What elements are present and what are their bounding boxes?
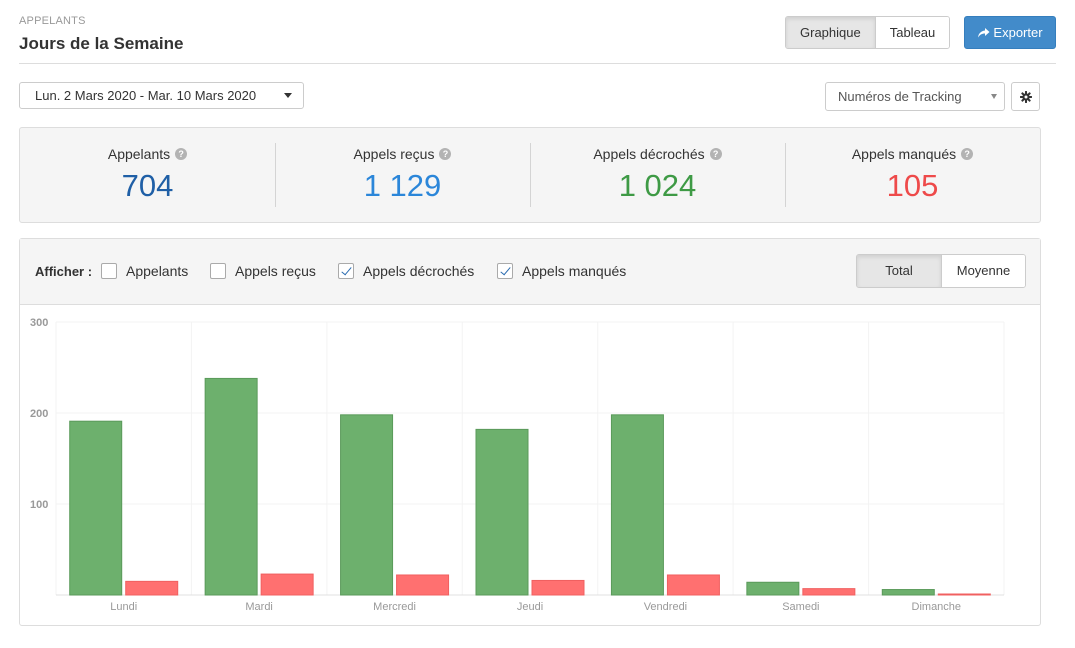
- y-tick-label: 100: [30, 499, 48, 511]
- checkbox-label: Appelants: [126, 263, 189, 279]
- stat-value: 704: [121, 168, 174, 203]
- x-tick-label: Dimanche: [912, 601, 962, 613]
- title-divider: [19, 63, 1056, 64]
- aggregation-total-button[interactable]: Total: [857, 255, 941, 287]
- select-caret-icon: [991, 94, 997, 99]
- stat-appels-manques: Appels manqués? 105: [785, 128, 1040, 222]
- share-arrow-icon: [978, 27, 990, 37]
- bar-appels-manques: [802, 588, 856, 596]
- tab-graphique[interactable]: Graphique: [786, 17, 875, 48]
- x-tick-label: Mardi: [245, 601, 273, 613]
- section-eyebrow: APPELANTS: [19, 15, 86, 27]
- bar-appels-manques: [260, 573, 314, 596]
- x-tick-label: Mercredi: [373, 601, 416, 613]
- bar-appels-manques: [396, 574, 450, 596]
- bar-appels-decroches: [69, 420, 123, 596]
- bar-appels-manques: [937, 593, 991, 596]
- export-button[interactable]: Exporter: [964, 16, 1056, 49]
- stat-value: 1 024: [618, 168, 697, 203]
- bar-appels-manques: [666, 574, 720, 596]
- aggregation-toggle: Total Moyenne: [856, 254, 1026, 288]
- x-tick-label: Jeudi: [517, 601, 543, 613]
- checkbox-label: Appels manqués: [522, 263, 627, 279]
- bar-chart: 100 200 300 Lundi Mardi Mercredi Jeudi Vendredi…: [30, 317, 1005, 613]
- help-icon[interactable]: ?: [709, 148, 722, 160]
- help-icon[interactable]: ?: [439, 148, 452, 160]
- chart-panel: Afficher : Appelants Appels reçus Appels…: [19, 238, 1041, 626]
- stat-label: Appels manqués: [851, 146, 957, 162]
- x-tick-label: Vendredi: [644, 601, 687, 613]
- stat-label: Appelants: [107, 146, 171, 162]
- settings-button[interactable]: [1011, 82, 1040, 111]
- tracking-select-value: Numéros de Tracking: [838, 89, 962, 104]
- bar-appels-decroches: [746, 581, 800, 596]
- checkbox[interactable]: [210, 263, 226, 279]
- caret-down-icon: [284, 93, 292, 98]
- help-icon[interactable]: ?: [175, 148, 188, 160]
- bar-appels-decroches: [881, 589, 935, 596]
- checkbox-label: Appels décrochés: [363, 263, 475, 279]
- stat-label: Appels décrochés: [593, 146, 705, 162]
- toggle-appels-manques[interactable]: Appels manqués: [497, 263, 626, 279]
- date-range-value: Lun. 2 Mars 2020 - Mar. 10 Mars 2020: [35, 88, 257, 103]
- checkbox-label: Appels reçus: [235, 263, 316, 279]
- tab-tableau[interactable]: Tableau: [874, 17, 950, 48]
- bar-appels-decroches: [475, 428, 529, 596]
- x-tick-label: Lundi: [110, 601, 137, 613]
- chart-controls: Afficher : Appelants Appels reçus Appels…: [20, 239, 1040, 305]
- page-title: Jours de la Semaine: [19, 34, 184, 53]
- x-tick-label: Samedi: [782, 601, 819, 613]
- bar-appels-decroches: [610, 414, 664, 596]
- bar-appels-manques: [531, 579, 585, 596]
- aggregation-moyenne-button[interactable]: Moyenne: [941, 255, 1025, 287]
- bar-appels-decroches: [340, 414, 394, 596]
- stat-label: Appels reçus: [353, 146, 435, 162]
- tracking-number-select[interactable]: Numéros de Tracking: [825, 82, 1005, 111]
- date-range-picker[interactable]: Lun. 2 Mars 2020 - Mar. 10 Mars 2020: [19, 82, 304, 109]
- bar-appels-manques: [125, 580, 179, 596]
- stats-panel: Appelants? 704 Appels reçus? 1 129 Appel…: [19, 127, 1041, 223]
- checkbox-checked[interactable]: [338, 263, 354, 279]
- show-label: Afficher :: [35, 264, 93, 279]
- toggle-appels-recus[interactable]: Appels reçus: [210, 263, 316, 279]
- y-tick-label: 200: [30, 408, 48, 420]
- view-toggle: Graphique Tableau: [785, 16, 951, 49]
- checkbox-checked[interactable]: [497, 263, 513, 279]
- stat-appelants: Appelants? 704: [20, 128, 275, 222]
- gear-icon: [1019, 90, 1032, 103]
- toggle-appelants[interactable]: Appelants: [101, 263, 188, 279]
- export-label: Exporter: [993, 25, 1043, 40]
- stat-appels-recus: Appels reçus? 1 129: [275, 128, 530, 222]
- help-icon[interactable]: ?: [961, 148, 974, 160]
- stat-value: 1 129: [363, 168, 442, 203]
- stat-appels-decroches: Appels décrochés? 1 024: [530, 128, 785, 222]
- y-tick-label: 300: [30, 317, 48, 329]
- stat-value: 105: [886, 168, 939, 203]
- checkbox[interactable]: [101, 263, 117, 279]
- toggle-appels-decroches[interactable]: Appels décrochés: [338, 263, 474, 279]
- bar-appels-decroches: [204, 377, 258, 596]
